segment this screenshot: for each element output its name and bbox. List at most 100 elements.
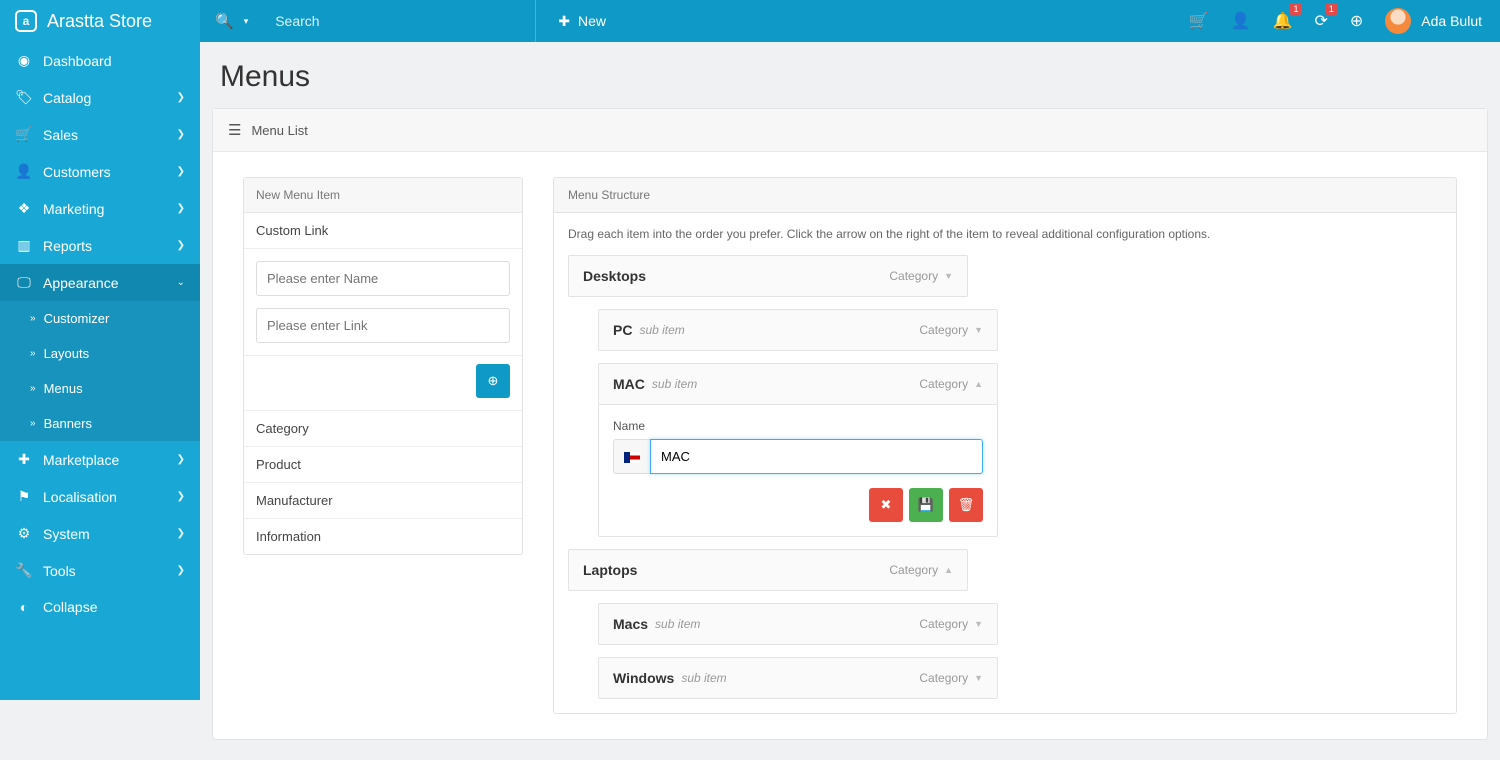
brand-name: Arastta Store: [47, 11, 152, 32]
sidebar-item-customers[interactable]: 👤 Customers ❯: [0, 153, 200, 190]
save-icon: 💾: [918, 497, 934, 513]
sidebar-item-system[interactable]: ⚙ System ❯: [0, 515, 200, 552]
page-title: Menus: [200, 42, 1500, 108]
topbar-user-icon[interactable]: 👤: [1231, 11, 1251, 31]
list-icon: ☰: [228, 121, 241, 139]
structure-help: Drag each item into the order you prefer…: [568, 227, 1442, 241]
tab-manufacturer[interactable]: Manufacturer: [244, 483, 522, 519]
caret-down-icon[interactable]: ▼: [944, 271, 953, 281]
menu-item-mac-body: Name ✖ 💾 🗑: [598, 405, 998, 537]
flag-icon: ⚑: [15, 488, 33, 505]
topbar-refresh-icon[interactable]: ⟳1: [1314, 11, 1327, 31]
caret-down-icon[interactable]: ▼: [974, 325, 983, 335]
topbar-bell-icon[interactable]: 🔔1: [1273, 11, 1293, 31]
menu-item-windows[interactable]: Windows sub item Category ▼: [598, 657, 998, 699]
dashboard-icon: ◉: [15, 52, 33, 69]
topbar-user[interactable]: Ada Bulut: [1385, 8, 1482, 34]
topbar: 🔍 ▾ ✚ New 🛒 👤 🔔1 ⟳1 ⊕ Ada Bulut: [200, 0, 1500, 42]
menu-item-laptops[interactable]: Laptops Category ▲: [568, 549, 968, 591]
tab-category[interactable]: Category: [244, 411, 522, 447]
avatar: [1385, 8, 1411, 34]
menu-item-mac[interactable]: MAC sub item Category ▲: [598, 363, 998, 405]
sidebar-item-marketplace[interactable]: ✚ Marketplace ❯: [0, 441, 200, 478]
share-icon: ❖: [15, 200, 33, 217]
new-label: New: [578, 13, 606, 29]
collapse-icon: ◐: [15, 599, 33, 615]
mac-name-input[interactable]: [650, 439, 983, 474]
gear-icon: ⚙: [15, 525, 33, 542]
search-input[interactable]: [269, 7, 529, 35]
name-input[interactable]: [256, 261, 510, 296]
caret-down-icon[interactable]: ▼: [974, 619, 983, 629]
puzzle-icon: ✚: [15, 451, 33, 468]
sidebar-sublabel: Banners: [44, 416, 92, 431]
chevron-right-icon: ❯: [177, 92, 185, 103]
sidebar-label: Collapse: [43, 599, 97, 615]
language-flag[interactable]: [613, 439, 650, 474]
mi-type: Category: [919, 671, 968, 685]
cancel-button[interactable]: ✖: [869, 488, 903, 522]
sidebar-item-sales[interactable]: 🛒 Sales ❯: [0, 116, 200, 153]
topbar-globe-icon[interactable]: ⊕: [1350, 11, 1363, 31]
sidebar-item-reports[interactable]: ▥ Reports ❯: [0, 227, 200, 264]
user-name: Ada Bulut: [1421, 13, 1482, 29]
custom-link-row[interactable]: Custom Link: [244, 213, 522, 249]
sidebar-item-collapse[interactable]: ◐ Collapse: [0, 589, 200, 625]
sidebar-sublabel: Layouts: [44, 346, 90, 361]
search-caret-icon[interactable]: ▾: [244, 16, 249, 27]
add-item-button[interactable]: ⊕: [476, 364, 510, 398]
sidebar-item-marketing[interactable]: ❖ Marketing ❯: [0, 190, 200, 227]
caret-down-icon[interactable]: ▼: [974, 673, 983, 683]
menu-item-pc[interactable]: PC sub item Category ▼: [598, 309, 998, 351]
sidebar-label: System: [43, 526, 90, 542]
menu-item-desktops[interactable]: Desktops Category ▼: [568, 255, 968, 297]
sidebar-label: Tools: [43, 563, 76, 579]
sidebar-label: Customers: [43, 164, 111, 180]
topbar-cart-icon[interactable]: 🛒: [1189, 11, 1209, 31]
chevron-right-icon: ❯: [177, 129, 185, 140]
cart-icon: 🛒: [15, 126, 33, 143]
mi-type: Category: [919, 377, 968, 391]
sidebar-nav: ◉ Dashboard 🏷 Catalog ❯ 🛒 Sales ❯ 👤 Cust…: [0, 42, 200, 625]
sidebar-label: Marketplace: [43, 452, 119, 468]
sidebar-item-tools[interactable]: 🔧 Tools ❯: [0, 552, 200, 589]
link-input[interactable]: [256, 308, 510, 343]
sidebar-label: Catalog: [43, 90, 91, 106]
sidebar-label: Sales: [43, 127, 78, 143]
sidebar-label: Reports: [43, 238, 92, 254]
sidebar-item-dashboard[interactable]: ◉ Dashboard: [0, 42, 200, 79]
chevron-down-icon: ⌄: [177, 277, 185, 288]
sidebar-subitem-banners[interactable]: » Banners: [0, 406, 200, 441]
tab-product[interactable]: Product: [244, 447, 522, 483]
menu-item-macs[interactable]: Macs sub item Category ▼: [598, 603, 998, 645]
sidebar-subitem-layouts[interactable]: » Layouts: [0, 336, 200, 371]
mi-title: Macs: [613, 616, 648, 632]
panel-header: ☰ Menu List: [213, 109, 1487, 152]
sidebar-item-localisation[interactable]: ⚑ Localisation ❯: [0, 478, 200, 515]
sidebar-subitem-menus[interactable]: » Menus: [0, 371, 200, 406]
search-icon[interactable]: 🔍: [215, 12, 234, 30]
mi-subitem: sub item: [639, 323, 684, 337]
cancel-icon: ✖: [881, 497, 892, 513]
caret-up-icon[interactable]: ▲: [944, 565, 953, 575]
sidebar-item-appearance[interactable]: 🖵 Appearance ⌄: [0, 264, 200, 301]
sidebar: a Arastta Store ◉ Dashboard 🏷 Catalog ❯ …: [0, 0, 200, 700]
caret-up-icon[interactable]: ▲: [974, 379, 983, 389]
new-button[interactable]: ✚ New: [546, 13, 618, 30]
chevron-right-icon: ❯: [177, 528, 185, 539]
structure-body: Drag each item into the order you prefer…: [553, 212, 1457, 714]
mi-title: Desktops: [583, 268, 646, 284]
brand[interactable]: a Arastta Store: [0, 0, 200, 42]
notif-badge: 1: [1289, 3, 1302, 15]
sidebar-item-catalog[interactable]: 🏷 Catalog ❯: [0, 79, 200, 116]
brand-logo-icon: a: [15, 10, 37, 32]
name-field-label: Name: [613, 419, 983, 433]
tab-information[interactable]: Information: [244, 519, 522, 554]
delete-button[interactable]: 🗑: [949, 488, 983, 522]
double-chevron-icon: »: [30, 418, 36, 429]
plus-circle-icon: ⊕: [488, 373, 499, 389]
mi-type: Category: [889, 269, 938, 283]
sidebar-subitem-customizer[interactable]: » Customizer: [0, 301, 200, 336]
save-button[interactable]: 💾: [909, 488, 943, 522]
mi-subitem: sub item: [652, 377, 697, 391]
